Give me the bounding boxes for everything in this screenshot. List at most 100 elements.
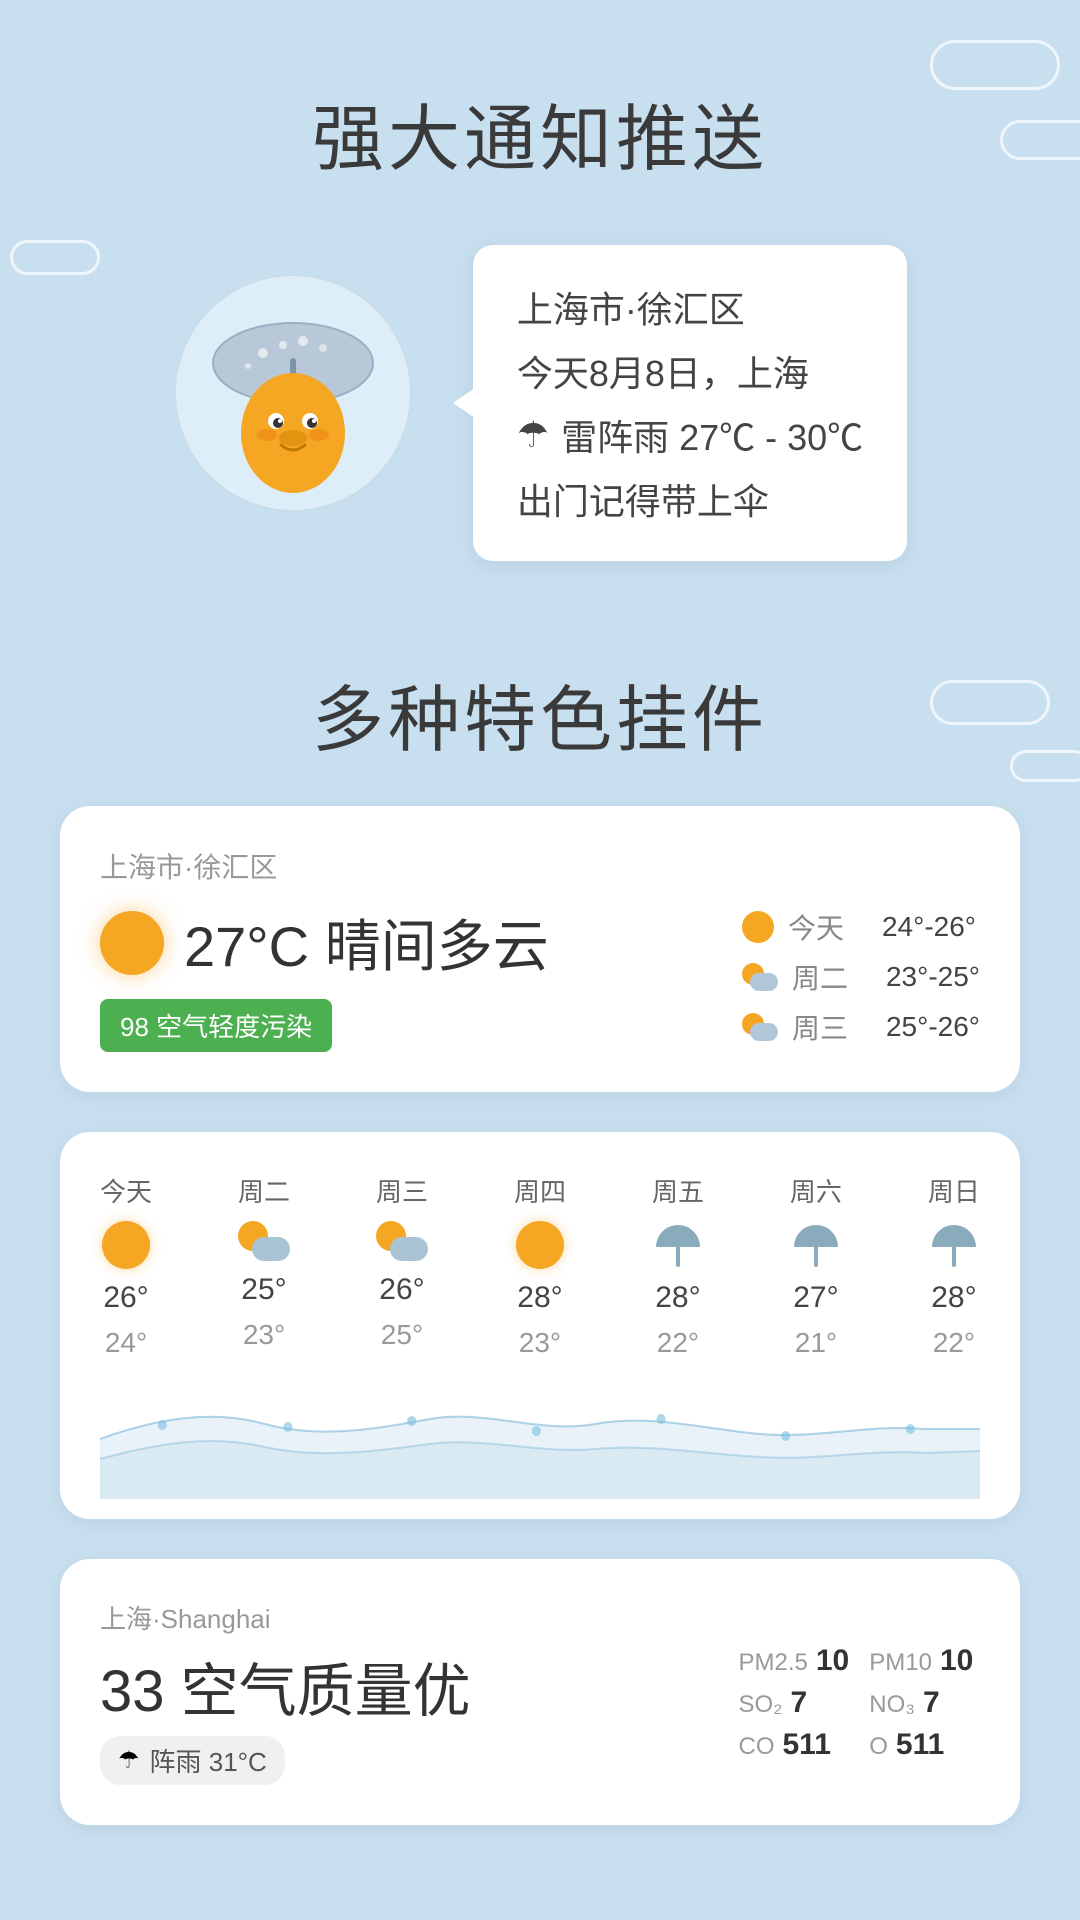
day-column: 周四 28° 23° xyxy=(514,1172,566,1359)
day-rain-icon xyxy=(792,1221,840,1269)
wave-area xyxy=(100,1379,980,1499)
temp-low: 23° xyxy=(243,1319,285,1351)
pollutant-value: 10 xyxy=(816,1644,849,1678)
pollutant-name: CO xyxy=(739,1733,775,1761)
day-label: 周六 xyxy=(790,1172,842,1209)
sun-icon-large xyxy=(100,911,164,975)
temp-high: 28° xyxy=(655,1281,700,1315)
weekly-grid: 今天 26° 24° 周二 25° 23° 周三 26° 25° 周四 28° … xyxy=(100,1172,980,1359)
weekly-forecast-widget: 今天 26° 24° 周二 25° 23° 周三 26° 25° 周四 28° … xyxy=(60,1132,1020,1519)
day-column: 周日 28° 22° xyxy=(928,1172,980,1359)
temp-low: 21° xyxy=(795,1327,837,1359)
aqi-badge: 98 空气轻度污染 xyxy=(100,999,332,1052)
deco-cloud-5 xyxy=(1010,750,1080,782)
aqi-weather-text: 阵雨 31°C xyxy=(150,1742,267,1779)
day-column: 周六 27° 21° xyxy=(790,1172,842,1359)
temp-high: 26° xyxy=(103,1281,148,1315)
forecast-row: 周三 25°-26° xyxy=(742,1007,980,1047)
widget3-left: 33 空气质量优 ☂ 阵雨 31°C xyxy=(100,1644,739,1785)
widget1-location: 上海市·徐汇区 xyxy=(100,846,980,886)
deco-cloud-3 xyxy=(10,240,100,275)
day-label: 周四 xyxy=(514,1172,566,1209)
day-sun-icon xyxy=(102,1221,150,1269)
day-label: 周二 xyxy=(238,1172,290,1209)
umbrella-icon-small: ☂ xyxy=(118,1746,140,1775)
pollutant-name: O xyxy=(869,1733,888,1761)
temp-low: 23° xyxy=(519,1327,561,1359)
day-column: 今天 26° 24° xyxy=(100,1172,152,1359)
pollutant-row: CO 511 xyxy=(739,1728,850,1762)
widget1-right: 今天 24°-26° 周二23°-25° 周三 25°-26° xyxy=(742,907,980,1047)
pollutant-value: 10 xyxy=(940,1644,973,1678)
forecast-row: 周二23°-25° xyxy=(742,957,980,997)
forecast-sun-icon xyxy=(742,911,774,943)
day-label: 周日 xyxy=(928,1172,980,1209)
widget1-left: 27°C 晴间多云 98 空气轻度污染 xyxy=(100,902,549,1052)
day-column: 周二 25° 23° xyxy=(238,1172,290,1359)
bubble-date-line: 今天8月8日，上海 xyxy=(517,345,863,397)
temp-low: 22° xyxy=(657,1327,699,1359)
pollutant-name: PM10 xyxy=(869,1649,932,1677)
day-rain-icon xyxy=(654,1221,702,1269)
day-label: 周三 xyxy=(376,1172,428,1209)
forecast-range: 24°-26° xyxy=(882,911,976,943)
deco-cloud-4 xyxy=(930,680,1050,725)
pollutant-name: PM2.5 xyxy=(739,1649,808,1677)
widget3-right: PM2.5 10 PM10 10 SO₂ 7 NO₃ 7 CO 511 O 511 xyxy=(739,1644,981,1762)
pollutant-value: 7 xyxy=(923,1686,940,1720)
pollutant-value: 7 xyxy=(791,1686,808,1720)
forecast-range: 25°-26° xyxy=(886,1011,980,1043)
pollutant-value: 511 xyxy=(896,1728,944,1762)
bubble-date: 上海市·徐汇区 xyxy=(517,281,863,333)
pollutant-name: NO₃ xyxy=(869,1691,915,1719)
bubble-reminder: 出门记得带上伞 xyxy=(517,473,863,525)
deco-cloud-1 xyxy=(930,40,1060,90)
day-label: 周五 xyxy=(652,1172,704,1209)
pollutant-row: NO₃ 7 xyxy=(869,1686,980,1720)
forecast-row: 今天 24°-26° xyxy=(742,907,980,947)
bubble-weather-text: 雷阵雨 27℃ - 30℃ xyxy=(561,409,863,461)
pollutant-row: O 511 xyxy=(869,1728,980,1762)
pollutant-row: SO₂ 7 xyxy=(739,1686,850,1720)
day-partly-icon xyxy=(376,1221,428,1261)
temp-low: 24° xyxy=(105,1327,147,1359)
widget3-location: 上海·Shanghai xyxy=(100,1599,980,1636)
bubble-weather-row: ☂ 雷阵雨 27℃ - 30℃ xyxy=(517,409,863,461)
air-quality-widget: 上海·Shanghai 33 空气质量优 ☂ 阵雨 31°C PM2.510PM… xyxy=(60,1559,1020,1825)
forecast-day: 周三 xyxy=(792,1007,872,1047)
aqi-main-text: 33 空气质量优 xyxy=(100,1644,739,1728)
forecast-partly-icon xyxy=(742,963,778,991)
forecast-day: 今天 xyxy=(788,907,868,947)
notification-bubble: 上海市·徐汇区 今天8月8日，上海 ☂ 雷阵雨 27℃ - 30℃ 出门记得带上… xyxy=(473,245,907,561)
day-partly-icon xyxy=(238,1221,290,1261)
temp-high: 25° xyxy=(241,1273,286,1307)
widget3-main: 33 空气质量优 ☂ 阵雨 31°C PM2.5 10 PM10 10 SO₂ 7 NO₃ 7… xyxy=(100,1644,980,1785)
aqi-weather-row: ☂ 阵雨 31°C xyxy=(100,1736,285,1785)
deco-cloud-2 xyxy=(1000,120,1080,160)
notification-area: 上海市·徐汇区 今天8月8日，上海 ☂ 雷阵雨 27℃ - 30℃ 出门记得带上… xyxy=(0,245,1080,561)
temp-low: 25° xyxy=(381,1319,423,1351)
day-column: 周三 26° 25° xyxy=(376,1172,428,1359)
temp-high: 28° xyxy=(517,1281,562,1315)
widget1-temp-condition: 27°C 晴间多云 xyxy=(184,902,549,983)
pollutant-row: PM2.5 10 xyxy=(739,1644,850,1678)
pollutant-row: PM10 10 xyxy=(869,1644,980,1678)
forecast-day: 周二 xyxy=(792,957,872,997)
section2-title: 多种特色挂件 xyxy=(0,661,1080,766)
current-weather-widget: 上海市·徐汇区 27°C 晴间多云 98 空气轻度污染 今天24°-26°周二2… xyxy=(60,806,1020,1092)
umbrella-icon: ☂ xyxy=(517,414,549,456)
temp-high: 28° xyxy=(931,1281,976,1315)
day-column: 周五 28° 22° xyxy=(652,1172,704,1359)
mascot-container xyxy=(173,273,433,533)
temp-high: 26° xyxy=(379,1273,424,1307)
day-rain-icon xyxy=(930,1221,978,1269)
widget1-temp-row: 27°C 晴间多云 xyxy=(100,902,549,983)
pollutant-value: 511 xyxy=(783,1728,831,1762)
widget1-main: 27°C 晴间多云 98 空气轻度污染 今天 24°-26° 周二23°-25° 周三… xyxy=(100,902,980,1052)
pollutant-name: SO₂ xyxy=(739,1691,783,1719)
mascot-svg xyxy=(173,273,413,513)
forecast-partly-icon xyxy=(742,1013,778,1041)
temp-high: 27° xyxy=(793,1281,838,1315)
wave-chart xyxy=(100,1379,980,1499)
day-sun-icon xyxy=(516,1221,564,1269)
